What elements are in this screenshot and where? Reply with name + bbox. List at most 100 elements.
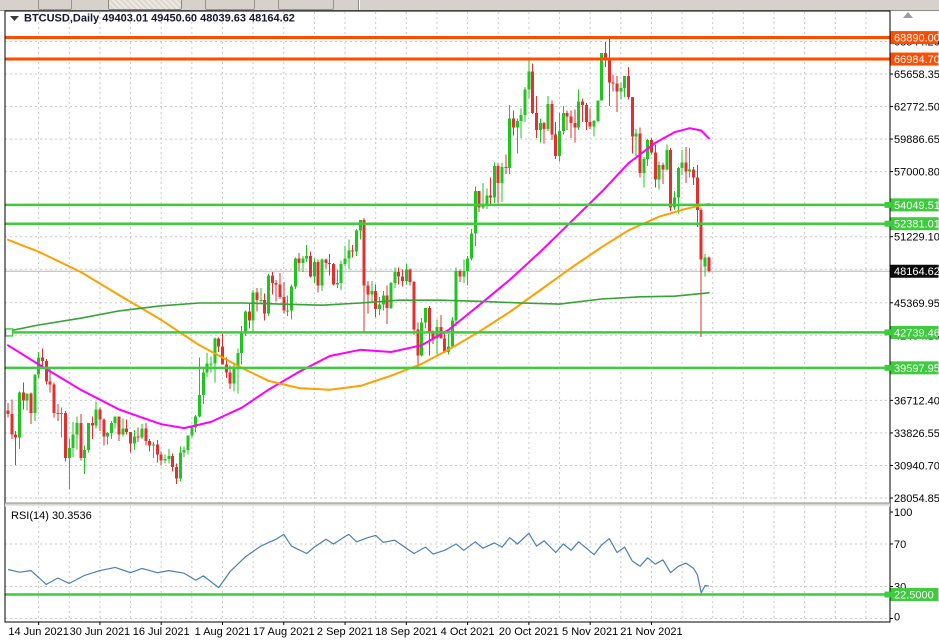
candle-body [531,71,534,113]
candle-body [45,361,48,381]
current-price-label-text: 48164.62 [894,266,939,278]
candle-body [255,292,258,300]
candle-body [213,338,216,363]
candle-body [221,346,224,364]
line-handle[interactable] [6,329,13,336]
candle-body [665,150,668,169]
hline-price-label-text: 54049.51 [894,200,939,212]
candle-body [623,76,626,88]
candle-body [455,271,458,321]
line-anchor-square [885,202,891,208]
candle-body [18,393,21,438]
scroll-up-icon[interactable] [903,12,913,18]
candle-body [91,423,94,425]
date-label: 5 Nov 2021 [562,626,618,638]
candle-body [347,251,350,259]
ma-mid-orange-line [8,204,709,390]
candle-body [405,270,408,281]
candle-body [60,413,63,414]
candle-body [409,270,412,282]
candle-body [33,375,36,413]
candle-body [286,310,289,311]
time-axis[interactable]: 14 Jun 202130 Jun 202116 Jul 20211 Aug 2… [8,622,682,638]
candle-body [198,395,201,416]
candle-body [202,372,205,395]
candle-body [240,332,243,353]
candle-body [462,271,465,277]
candle-body [14,434,17,437]
candle-body [596,101,599,121]
candle-body [267,275,270,313]
line-anchor-square [885,592,891,598]
candle-body [654,152,657,179]
date-label: 4 Oct 2021 [441,626,495,638]
candle-body [658,165,661,180]
candle-body [152,444,155,445]
candle-body [669,150,672,208]
candle-body [324,260,327,263]
symbol-dropdown-icon[interactable] [10,16,19,21]
line-anchor-square [885,365,891,371]
candle-body [209,363,212,364]
candle-body [98,410,101,420]
candle-body [688,169,691,171]
candle-body [543,123,546,129]
date-label: 1 Aug 2021 [195,626,251,638]
candle-body [355,230,358,251]
candle-body [328,263,331,264]
candle-body [305,256,308,258]
candle-body [125,429,128,432]
chart-title: BTCUSD,Daily 49403.01 49450.60 48039.63 … [24,13,295,25]
candle-body [397,272,400,277]
candle-body [539,123,542,130]
candle-body [428,308,431,332]
candle-body [566,113,569,116]
candle-body [118,416,121,434]
candle-body [72,434,75,448]
candle-body [592,121,595,127]
candle-body [374,291,377,309]
candle-body [508,119,511,169]
candle-body [164,459,167,460]
rsi-level-label-text: 22.5000 [894,590,934,602]
chart-canvas: 68544.2065658.3562772.5059886.6557000.80… [0,0,939,644]
candle-body [332,264,335,284]
candle-body [390,283,393,308]
candle-body [83,450,86,458]
price-tick-label: 57000.80 [894,167,939,179]
candle-body [121,429,124,435]
candle-body [700,210,703,260]
candle-body [26,394,29,401]
candle-body [160,455,163,461]
candle-body [489,195,492,197]
candle-body [148,441,151,446]
candle-body [585,105,588,122]
candle-body [608,60,611,83]
candle-body [252,292,255,320]
candle-body [684,163,687,172]
candle-body [29,394,32,413]
candle-body [573,123,576,128]
price-axis[interactable]: 68544.2065658.3562772.5059886.6557000.80… [885,31,939,623]
candle-body [275,283,278,284]
price-tick-label: 65658.35 [894,69,939,81]
candle-body [615,84,618,92]
candle-body [412,282,415,329]
candle-body [263,300,266,314]
date-label: 2 Sep 2021 [317,626,373,638]
candle-body [137,437,140,438]
candle-body [110,423,113,433]
chart-window: 68544.2065658.3562772.5059886.6557000.80… [0,0,939,644]
price-tick-label: 59886.65 [894,134,939,146]
candle-body [516,121,519,128]
candle-body [64,413,67,458]
rsi-tick-label: 70 [894,539,906,551]
candle-body [635,133,638,136]
candle-body [642,159,645,173]
candle-body [309,256,312,276]
candle-body [581,102,584,105]
candle-body [493,166,496,198]
candle-body [547,104,550,129]
candle-body [378,305,381,310]
rsi-tick-label: 100 [894,507,912,519]
